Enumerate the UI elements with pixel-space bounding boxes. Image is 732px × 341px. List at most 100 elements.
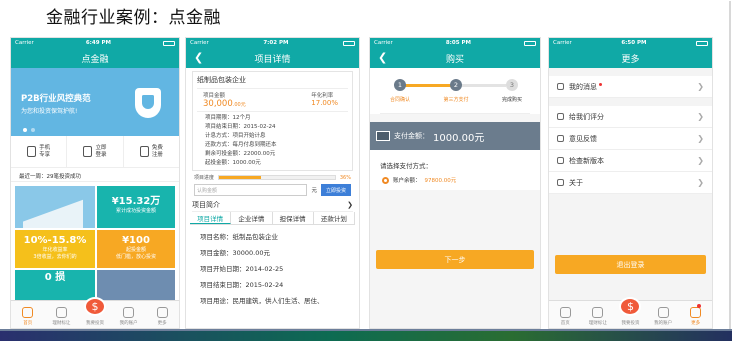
nav-title: 点金融: [81, 54, 109, 65]
total-invested-tile[interactable]: ¥15.32万 累计成功投资金额: [97, 186, 175, 228]
tab-home[interactable]: 首页: [11, 301, 45, 328]
tab-account[interactable]: 我的账户: [112, 301, 146, 328]
menu-item-check-update[interactable]: 检查新版本 ❯: [549, 150, 712, 172]
slide-border: [729, 1, 731, 331]
info-line: 项目结束日期：2015-02-24: [205, 124, 276, 130]
amount-label: 项目金额: [203, 93, 226, 99]
quick-label: 专享: [39, 151, 51, 158]
menu-label: 关于: [569, 178, 583, 187]
zero-loss-tile[interactable]: 0 损: [15, 270, 95, 304]
status-bar: Carrier 7:02 PM: [186, 38, 359, 48]
invest-now-button[interactable]: 立即投资: [320, 184, 351, 196]
carrier-label: Carrier: [190, 40, 209, 46]
tab-project-detail[interactable]: 项目详情: [190, 212, 232, 224]
rate-value: 17.00%: [311, 99, 338, 107]
mobile-exclusive-button[interactable]: 手机 专享: [11, 136, 68, 167]
progress-fill: [219, 176, 261, 179]
battery-icon: [162, 40, 175, 46]
tab-more[interactable]: 更多: [679, 301, 712, 328]
min-investment-tile[interactable]: ¥100 起投金额 低门槛，放心投资: [97, 230, 175, 268]
nav-title: 更多: [621, 54, 640, 65]
recent-investment-notice: 最近一周：29笔投资成功: [11, 168, 179, 182]
back-arrow-icon[interactable]: ❮: [194, 51, 203, 64]
amount-value: 30,000.00元: [203, 99, 246, 109]
tab-repayment-plan[interactable]: 还款计划: [314, 212, 355, 224]
rate-label: 年化利率: [311, 93, 334, 99]
tab-label: 我的账户: [119, 321, 138, 326]
amount-unit: .00元: [232, 102, 246, 108]
menu-item-about[interactable]: 关于 ❯: [549, 172, 712, 194]
carousel-dots[interactable]: [23, 128, 35, 132]
balance-value: 97800.00元: [424, 178, 457, 184]
info-line: 计息方式：项目开始计息: [205, 133, 266, 139]
tab-transfer[interactable]: 理财标让: [45, 301, 79, 328]
tab-label: 我的账户: [654, 321, 673, 326]
status-bar: Carrier 6:49 PM: [11, 38, 179, 48]
user-icon: [83, 146, 93, 157]
tab-invest[interactable]: $ 我要投资: [614, 297, 647, 328]
carrier-label: Carrier: [374, 40, 393, 46]
carrier-label: Carrier: [553, 40, 572, 46]
smile-icon: [557, 113, 564, 120]
balance-option[interactable]: 账户余额： 97800.00元: [370, 174, 540, 186]
purchase-steps: 1 2 3 合同确认 第三方支付 完成购买: [380, 74, 530, 114]
register-button[interactable]: 免费 注册: [124, 136, 179, 167]
chevron-right-icon: ❯: [697, 82, 704, 91]
step-label: 第三方支付: [443, 97, 469, 103]
carousel-dot[interactable]: [31, 128, 35, 132]
menu-label: 意见反馈: [569, 134, 597, 143]
stairs-image: [15, 186, 95, 228]
tile-caption: 起投金额: [125, 247, 146, 253]
battery-icon: [342, 40, 355, 46]
next-step-button[interactable]: 下一步: [376, 250, 534, 269]
tab-guarantee-detail[interactable]: 担保详情: [273, 212, 314, 224]
pay-amount: 1000.00元: [433, 132, 485, 144]
tab-account[interactable]: 我的账户: [647, 301, 680, 328]
info-line: 起投金额：1000.00元: [205, 160, 261, 166]
payment-method-label: 请选择支付方式：: [380, 162, 432, 170]
menu-item-messages[interactable]: 我的消息 ❯: [549, 76, 712, 98]
promo-banner[interactable]: P2B行业风控典范 为您和投资保驾护航!: [11, 68, 179, 136]
tab-bar: 首页 理财标让 $ 我要投资 我的账户 更多: [11, 297, 179, 328]
detail-line: 项目用途：民用建筑，供人们生活、居住、: [200, 297, 324, 305]
transfer-icon: [592, 307, 604, 318]
page: 金融行业案例：点金融 Carrier 6:49 PM 点金融 P2B行业风控典范…: [0, 0, 732, 341]
handshake-image: [97, 270, 175, 304]
step-label: 合同确认: [389, 97, 410, 103]
menu-item-rate-us[interactable]: 给我们评分 ❯: [549, 106, 712, 128]
login-button[interactable]: 立即 登录: [67, 136, 124, 167]
menu-label: 检查新版本: [569, 156, 604, 165]
home-icon: [22, 307, 34, 318]
coin-icon: $: [83, 297, 106, 316]
notification-dot: [696, 304, 701, 308]
chevron-right-icon: ❯: [697, 178, 704, 187]
project-intro-header[interactable]: 项目简介 ❯: [192, 199, 353, 212]
tab-home[interactable]: 首页: [549, 301, 582, 328]
tile-caption: 年化收益率: [42, 247, 68, 253]
tile-value: ¥100: [122, 235, 150, 246]
nav-bar: 更多: [549, 48, 712, 68]
yield-tile[interactable]: 10%-15.8% 年化收益率 3倍收益，去你们的: [15, 230, 95, 268]
status-time: 8:05 PM: [445, 40, 471, 46]
footer-bar: [0, 331, 732, 341]
carousel-dot[interactable]: [23, 128, 27, 132]
tile-caption: 3倍收益，去你们的: [33, 254, 77, 260]
tab-company-detail[interactable]: 企业详情: [231, 212, 273, 224]
tab-label: 理财标让: [52, 321, 71, 326]
logout-button[interactable]: 退出登录: [555, 255, 706, 274]
quick-label: 手机: [39, 144, 51, 151]
banner-title: P2B行业风控典范: [21, 94, 91, 104]
amount-input[interactable]: 认购金额: [194, 184, 308, 196]
back-arrow-icon[interactable]: ❮: [378, 51, 387, 64]
radio-selected-icon[interactable]: [382, 176, 389, 184]
tab-invest[interactable]: $ 我要投资: [78, 297, 112, 328]
detail-tabs: 项目详情 企业详情 担保详情 还款计划: [190, 212, 355, 225]
menu-item-feedback[interactable]: 意见反馈 ❯: [549, 128, 712, 150]
status-bar: Carrier 8:05 PM: [370, 38, 540, 48]
tab-label: 首页: [560, 321, 570, 326]
tile-value: ¥15.32万: [111, 196, 161, 207]
tab-more[interactable]: 更多: [145, 301, 179, 328]
tab-transfer[interactable]: 理财标让: [582, 301, 615, 328]
feedback-icon: [557, 135, 564, 142]
status-time: 6:50 PM: [621, 40, 647, 46]
